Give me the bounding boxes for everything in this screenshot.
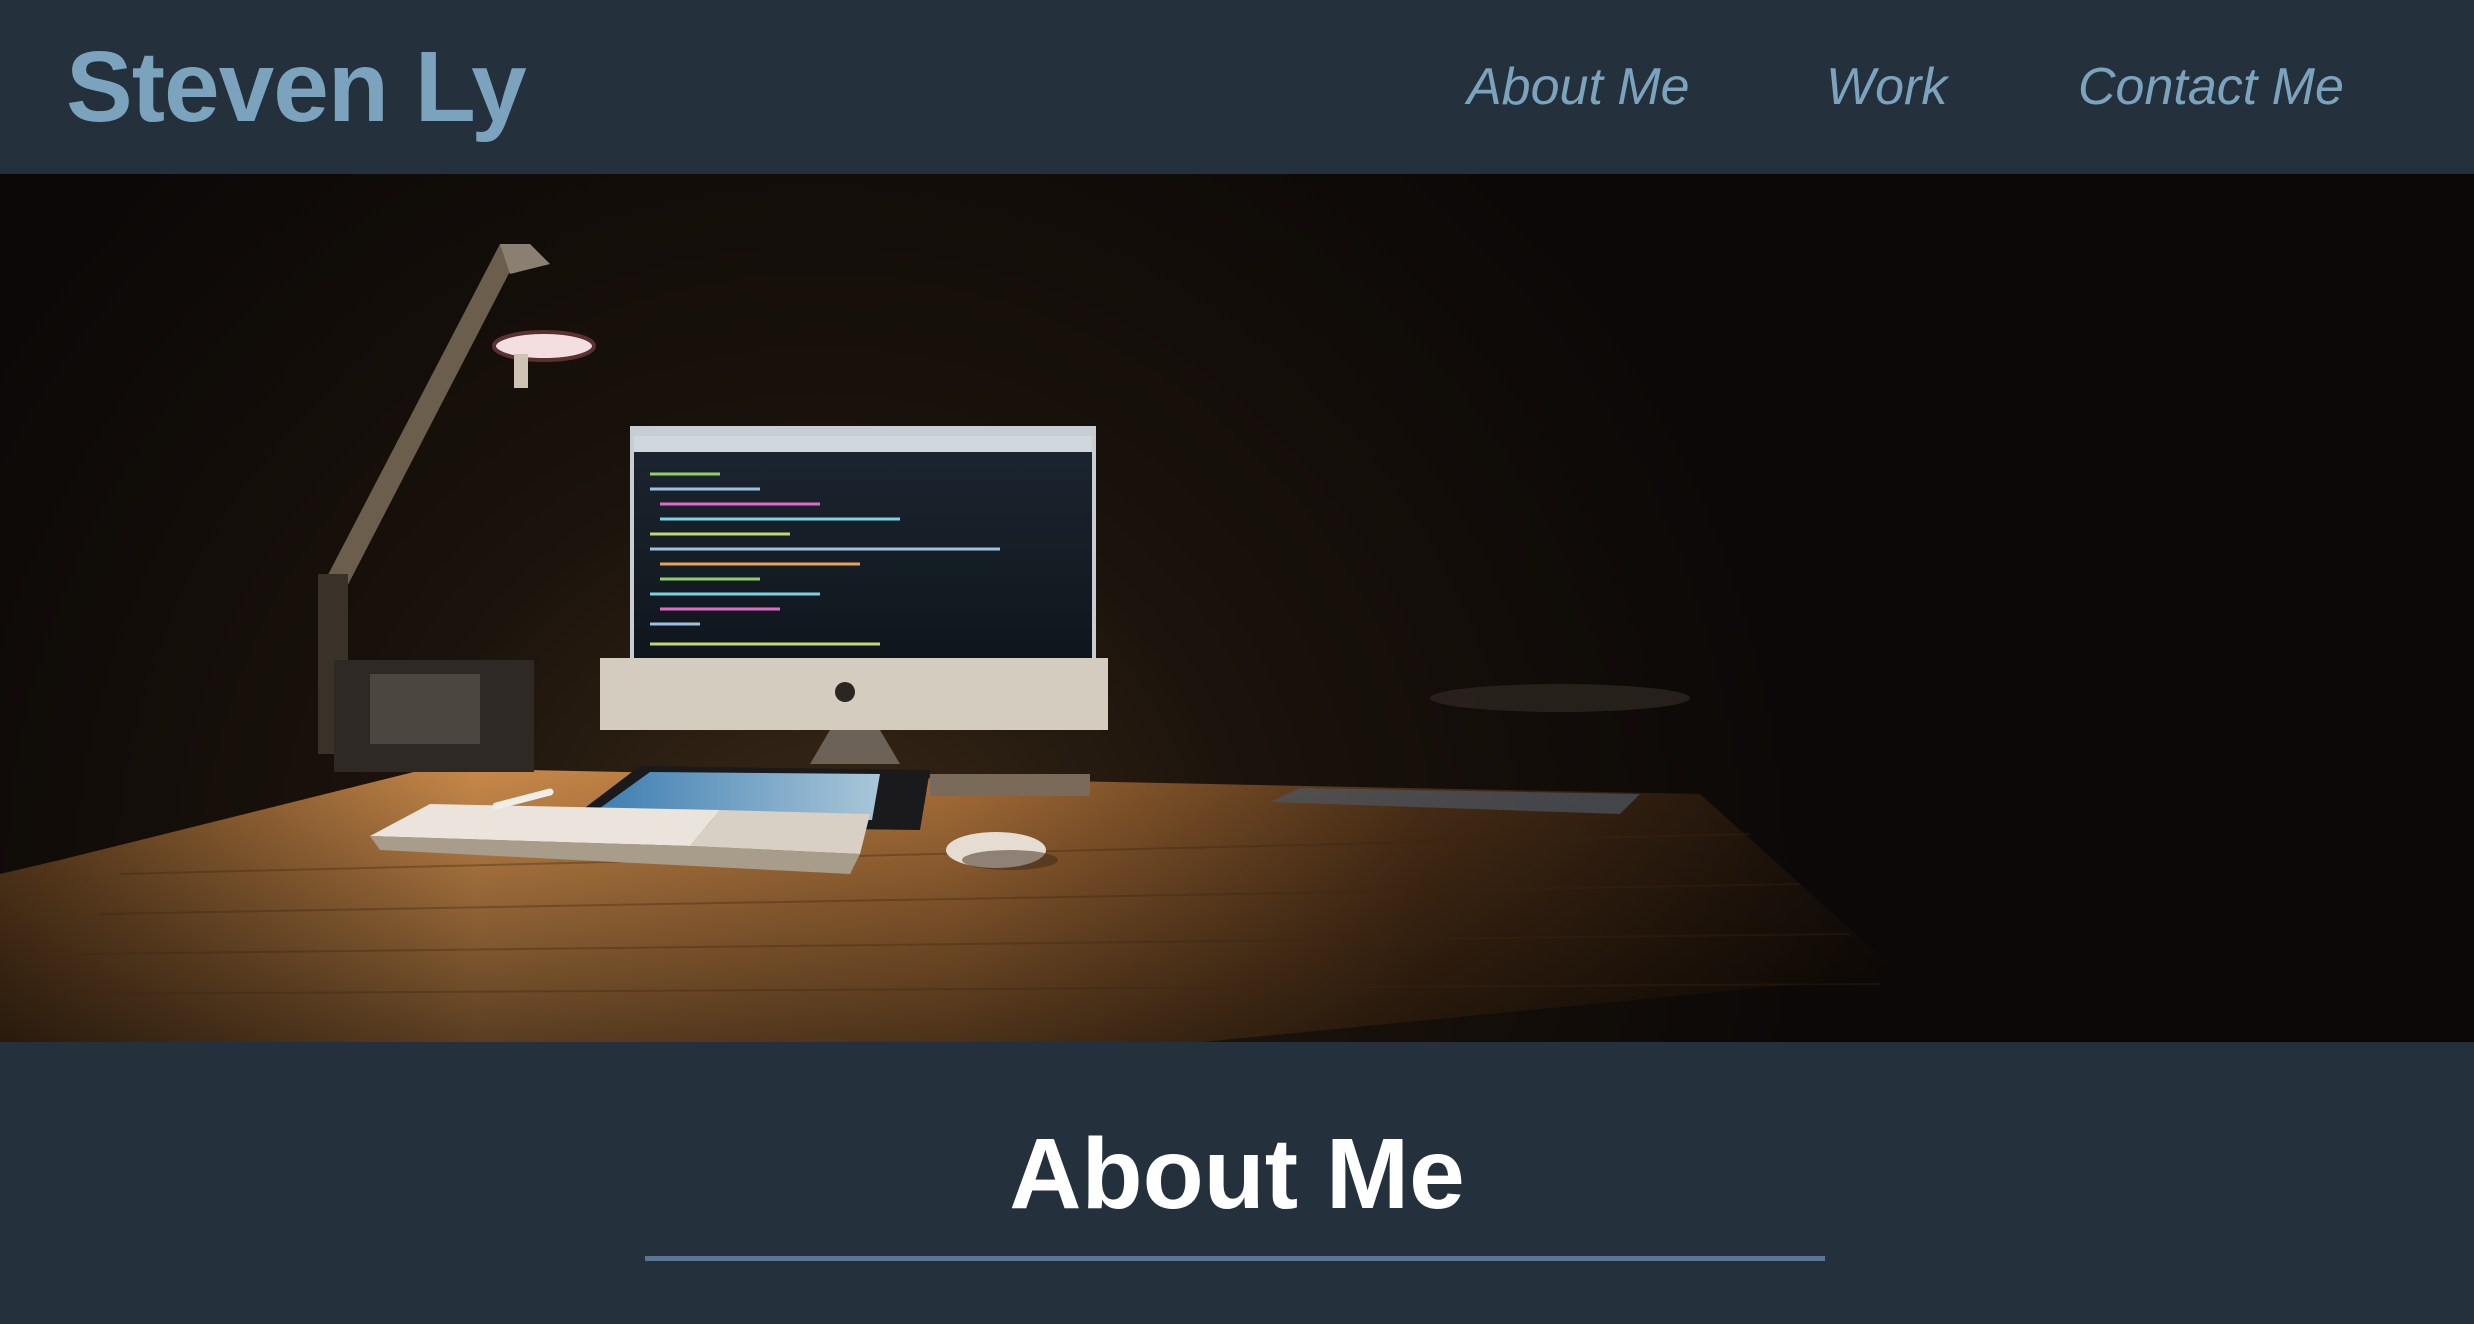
hero-image [0,174,2474,1042]
site-header: Steven Ly About Me Work Contact Me [0,0,2474,174]
brand-logo-link[interactable]: Steven Ly [66,22,527,152]
section-divider [645,1256,1825,1261]
about-heading: About Me [1009,1118,1465,1230]
nav-about-me[interactable]: About Me [1467,52,1690,122]
nav-work[interactable]: Work [1826,52,1947,122]
about-section: About Me [0,1042,2474,1324]
nav-contact-me[interactable]: Contact Me [2078,52,2344,122]
